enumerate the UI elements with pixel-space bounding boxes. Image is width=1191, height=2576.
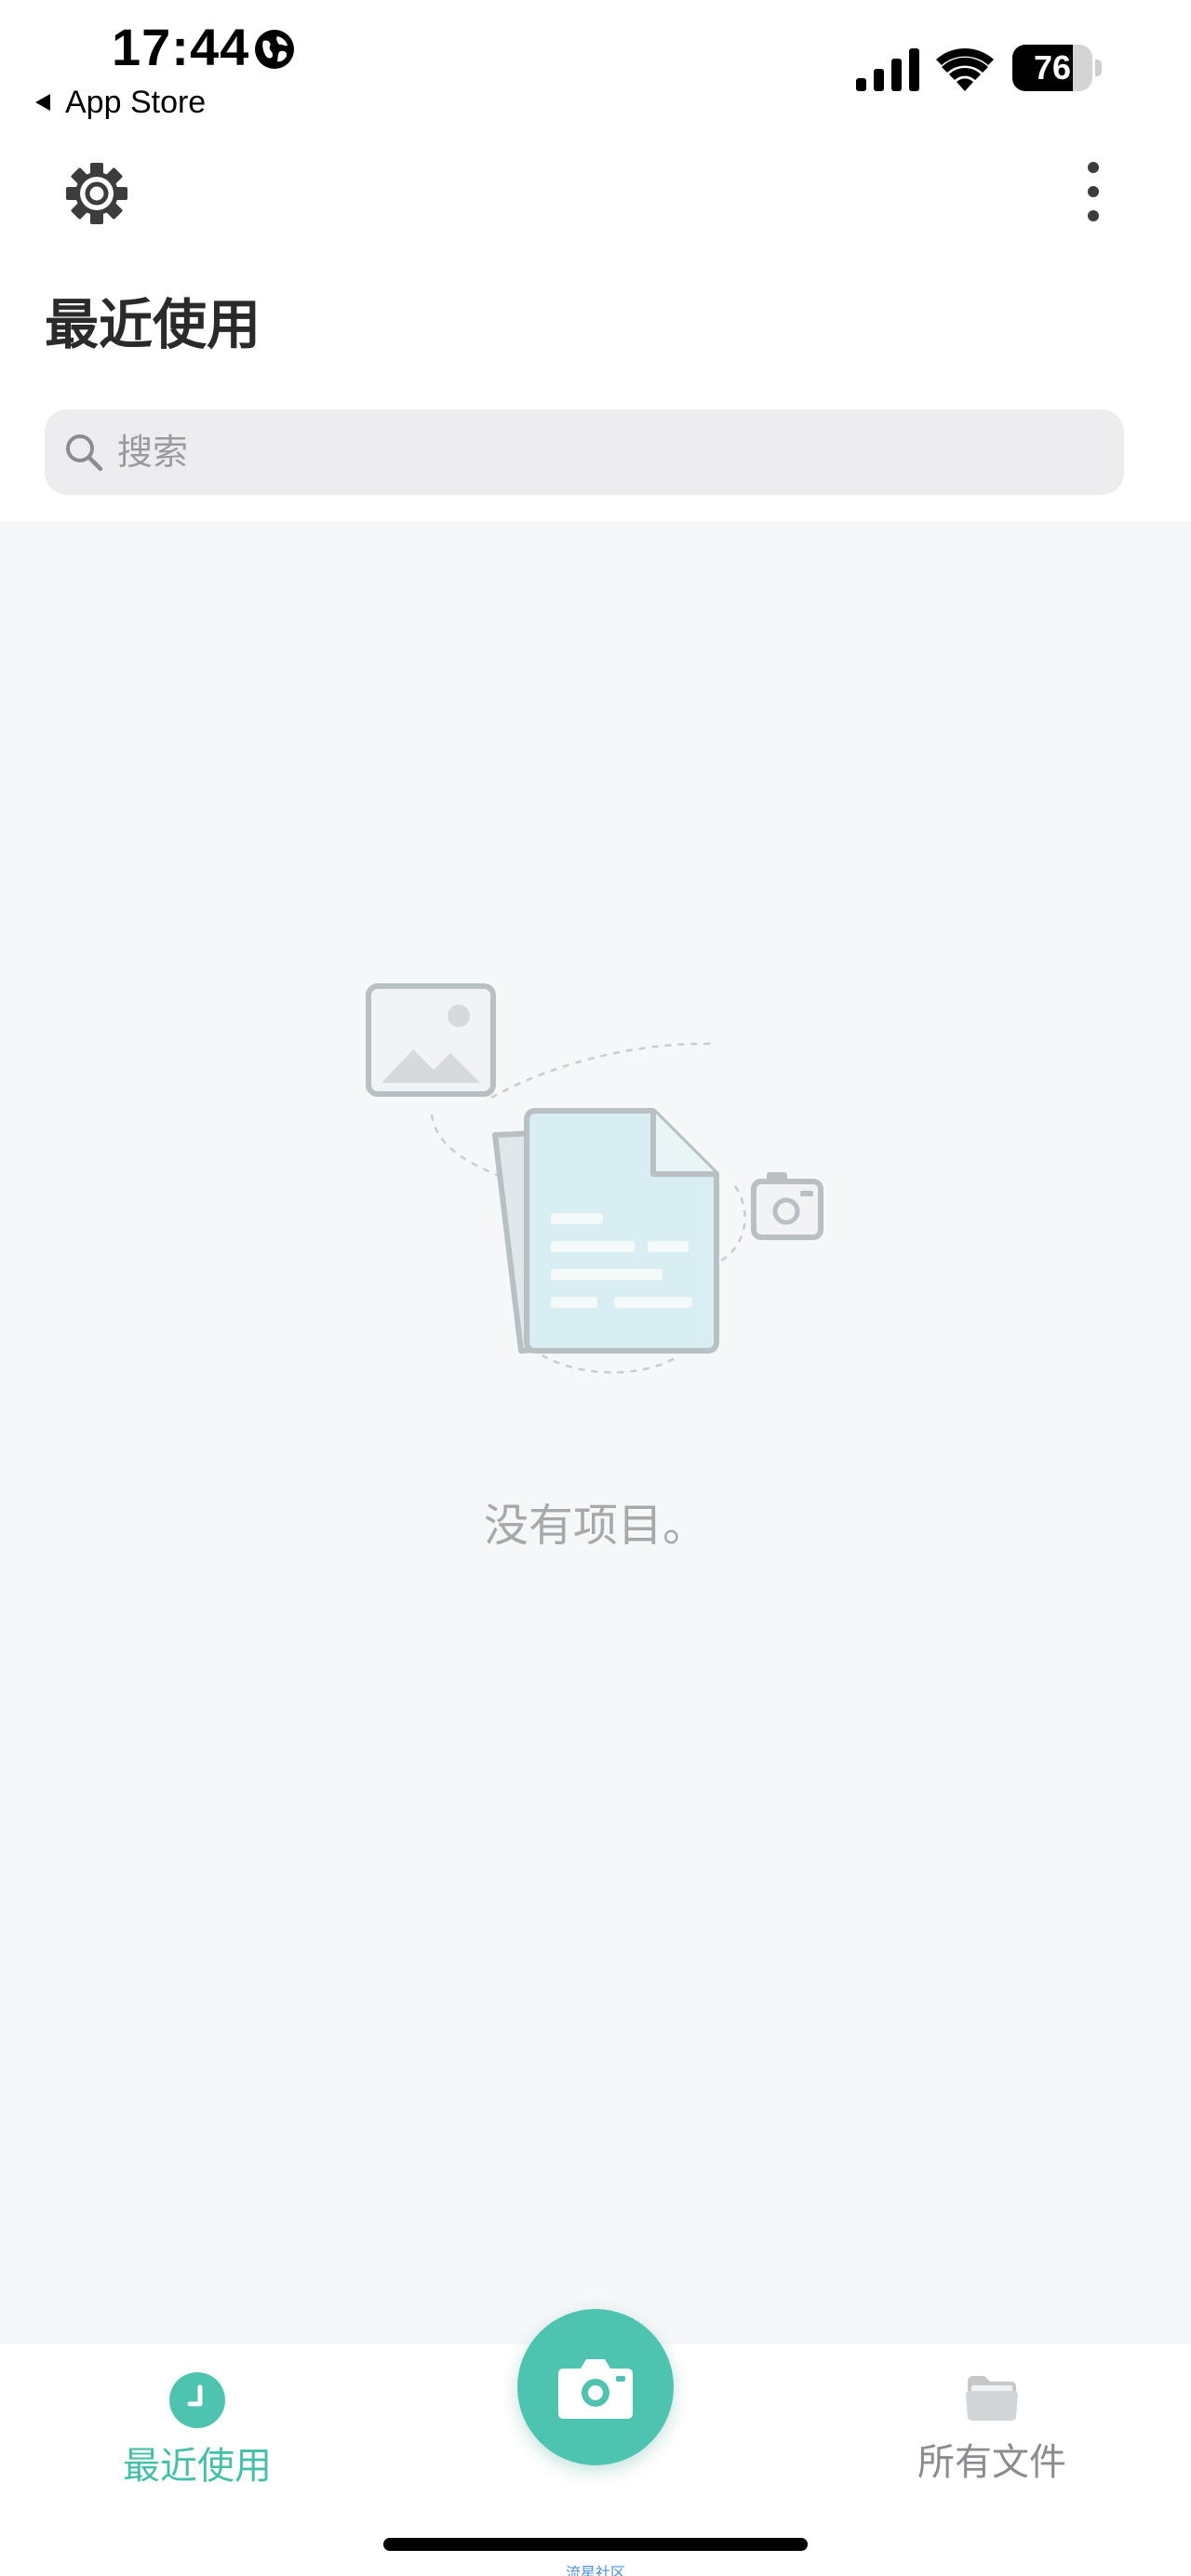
tab-all-files-label: 所有文件 — [917, 2441, 1066, 2484]
back-to-app-store[interactable]: App Store — [33, 84, 206, 121]
cellular-signal-icon — [856, 48, 919, 91]
battery-body: 76 — [1012, 45, 1092, 91]
documents-illustration — [366, 983, 823, 1374]
more-options-button[interactable] — [1070, 158, 1117, 225]
home-indicator — [383, 2538, 808, 2551]
folder-icon — [966, 2376, 1018, 2421]
back-label: App Store — [65, 84, 207, 120]
back-caret-icon — [35, 94, 50, 111]
recent-items-list: 没有项目。 — [0, 521, 1191, 2344]
scan-camera-button[interactable] — [517, 2309, 674, 2465]
page-title: 最近使用 — [45, 293, 261, 356]
tab-all-files[interactable]: 所有文件 — [871, 2372, 1113, 2493]
wifi-icon — [936, 47, 994, 91]
tab-recent[interactable]: 最近使用 — [76, 2372, 318, 2493]
battery-level: 76 — [1033, 48, 1072, 87]
tab-recent-label: 最近使用 — [123, 2445, 272, 2488]
empty-state-message: 没有项目。 — [483, 1500, 707, 1552]
status-time: 17:44 — [112, 18, 250, 76]
settings-button[interactable] — [61, 158, 132, 229]
search-icon — [66, 434, 103, 472]
search-input[interactable] — [117, 432, 1085, 473]
search-bar[interactable] — [45, 409, 1124, 495]
clock-icon — [169, 2372, 225, 2428]
globe-icon — [255, 30, 294, 69]
battery-cap — [1095, 60, 1102, 76]
more-vertical-icon — [1088, 162, 1099, 221]
battery-indicator: 76 — [1012, 45, 1105, 91]
watermark-text: 流星社区 — [565, 2564, 625, 2576]
camera-icon — [558, 2359, 633, 2419]
app-screen: 17:44 App Store 76 最近使用 搜索 没有项目。 最近使用 所有… — [0, 0, 1191, 2576]
